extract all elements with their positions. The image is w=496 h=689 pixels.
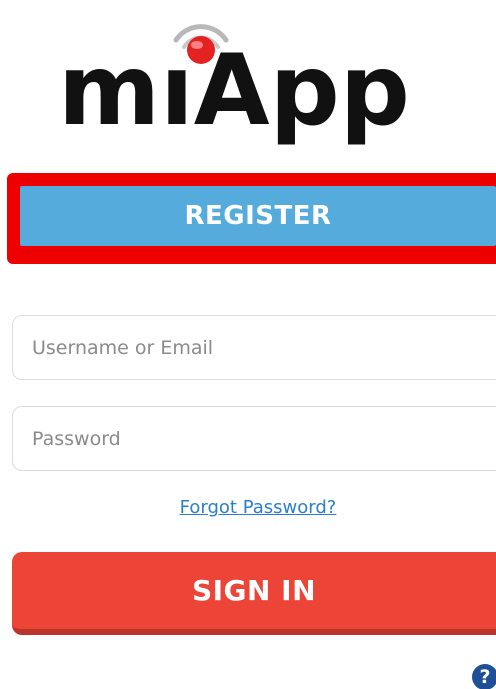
logo-dotless-i: ı xyxy=(160,34,194,148)
sign-in-button[interactable]: SIGN IN xyxy=(12,552,496,635)
logo-graphic: mıApp xyxy=(58,24,410,148)
sign-in-button-label: SIGN IN xyxy=(191,574,317,607)
register-button-label: REGISTER xyxy=(184,201,332,231)
app-logo: mıApp xyxy=(0,0,496,150)
username-input[interactable] xyxy=(12,315,496,380)
password-input[interactable] xyxy=(12,406,496,471)
logo-suffix: App xyxy=(194,34,410,148)
logo-prefix: m xyxy=(58,34,160,148)
register-button[interactable]: REGISTER xyxy=(20,186,496,246)
question-circle-icon[interactable]: ? xyxy=(472,664,496,689)
logo-wordmark: mıApp xyxy=(58,34,410,148)
forgot-password-link[interactable]: Forgot Password? xyxy=(0,497,496,518)
login-page: mıApp REGISTER Forgot Password? SIGN IN … xyxy=(0,0,496,689)
